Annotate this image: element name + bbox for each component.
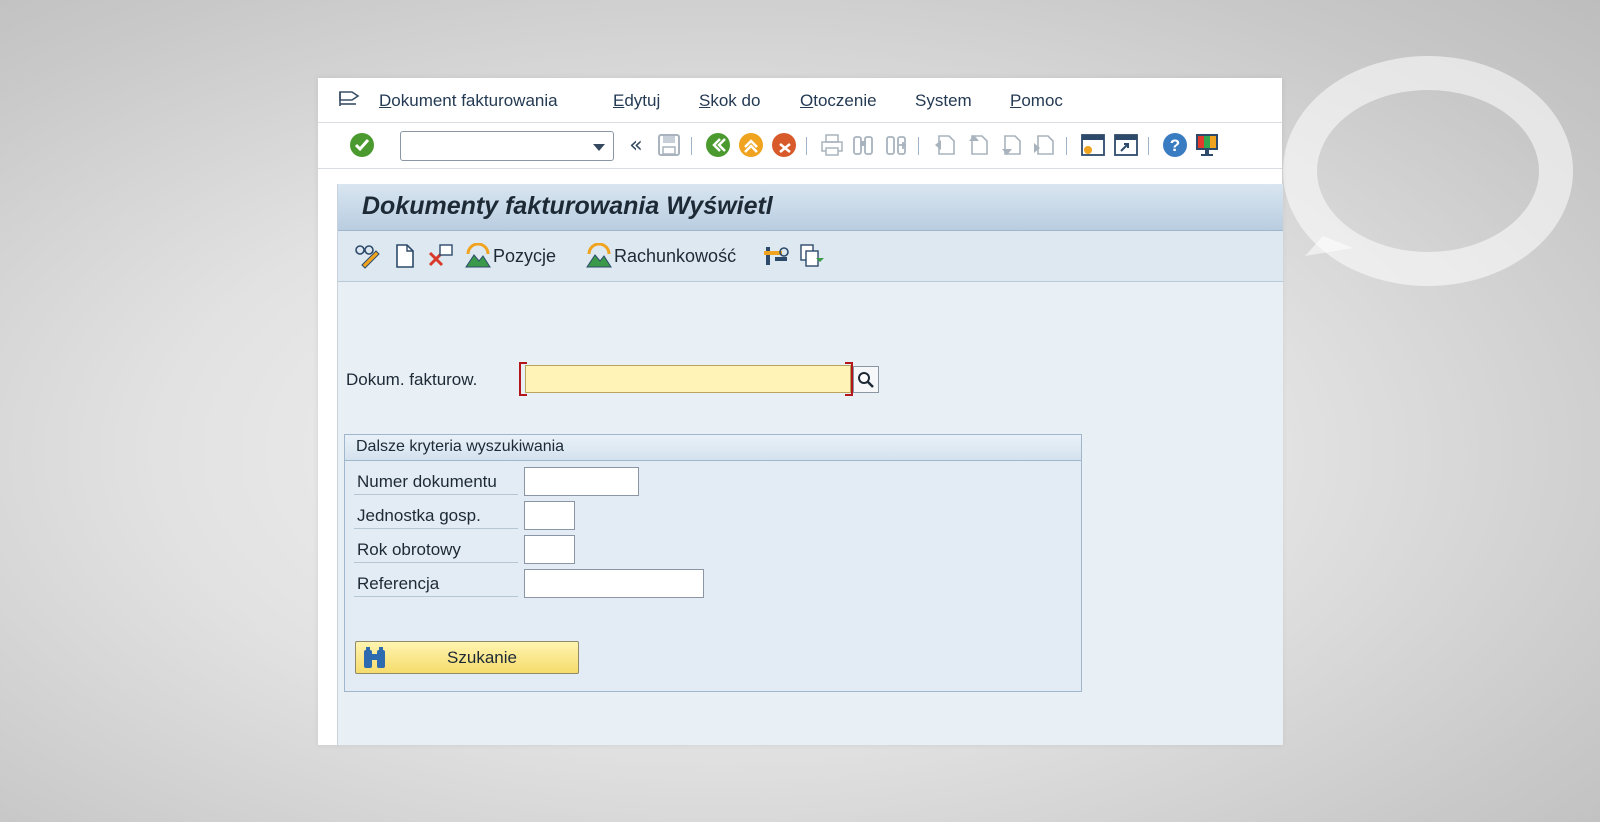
menu-pomoc[interactable]: Pomoc: [1010, 91, 1063, 111]
customize-layout-icon[interactable]: [1192, 130, 1222, 160]
menu-mnemonic: E: [613, 91, 625, 110]
create-document-icon[interactable]: [394, 242, 416, 270]
sap-window: Dokument fakturowania Edytuj Skok do Oto…: [318, 78, 1283, 745]
menu-label: dytuj: [624, 91, 661, 110]
menu-mnemonic: D: [379, 91, 392, 110]
shortcut-icon[interactable]: [1111, 130, 1141, 160]
previous-page-icon[interactable]: [963, 130, 993, 160]
items-button[interactable]: Pozycje: [465, 242, 556, 270]
menu-label: okument fakturowania: [391, 91, 558, 110]
toolbar-separator: [1066, 137, 1067, 155]
collapse-icon[interactable]: «: [621, 130, 651, 160]
menu-system[interactable]: System: [915, 91, 972, 111]
find-icon[interactable]: [848, 130, 878, 160]
command-field[interactable]: [400, 131, 614, 161]
speech-bubble-icon: [1283, 56, 1573, 286]
title-bar: Dokumenty fakturowania Wyświetl: [338, 184, 1283, 231]
group-header: Dalsze kryteria wyszukiwania: [345, 435, 1081, 461]
company-code-input[interactable]: [524, 501, 575, 530]
new-session-icon[interactable]: [1078, 130, 1108, 160]
menu-otoczenie[interactable]: Otoczenie: [800, 91, 877, 111]
fiscal-year-input[interactable]: [524, 535, 575, 564]
reference-label: Referencja: [354, 571, 518, 597]
menu-bar: Dokument fakturowania Edytuj Skok do Oto…: [318, 78, 1282, 123]
next-page-icon[interactable]: [996, 130, 1026, 160]
toolbar-separator: [1148, 137, 1149, 155]
search-button-label: Szukanie: [447, 648, 517, 667]
help-icon[interactable]: ?: [1160, 130, 1190, 160]
toolbar-separator: [691, 137, 692, 155]
chevron-down-icon[interactable]: [593, 144, 605, 151]
menu-mnemonic: P: [1010, 91, 1022, 110]
search-button[interactable]: Szukanie: [355, 641, 579, 674]
find-next-icon[interactable]: [881, 130, 911, 160]
accounting-label: Rachunkowość: [614, 245, 737, 266]
menu-label-start: Sy: [915, 91, 935, 110]
billing-document-input[interactable]: [525, 365, 851, 393]
print-icon[interactable]: [817, 130, 847, 160]
further-search-criteria-group: Dalsze kryteria wyszukiwania Numer dokum…: [344, 434, 1082, 692]
toolbar-separator: [918, 137, 919, 155]
items-label: Pozycje: [493, 245, 557, 266]
billing-document-label: Dokum. fakturow.: [346, 370, 478, 389]
reference-input[interactable]: [524, 569, 704, 598]
menu-label: toczenie: [813, 91, 877, 110]
settings-tool-icon[interactable]: [763, 242, 791, 270]
back-icon[interactable]: [703, 130, 733, 160]
accounting-button[interactable]: Rachunkowość: [586, 242, 736, 270]
document-number-input[interactable]: [524, 467, 639, 496]
menu-skok-do[interactable]: Skok do: [699, 91, 760, 111]
toolbar-separator: [806, 137, 807, 155]
search-icon: [858, 371, 874, 388]
menu-edytuj[interactable]: Edytuj: [613, 91, 660, 111]
menu-mnemonic: S: [699, 91, 711, 110]
group-title: Dalsze kryteria wyszukiwania: [356, 438, 565, 455]
mountain-icon: [586, 243, 612, 268]
menu-mnemonic: O: [800, 91, 814, 110]
document-number-label: Numer dokumentu: [354, 469, 518, 495]
enter-check-icon[interactable]: [347, 130, 377, 160]
document-flow-icon[interactable]: [798, 242, 826, 270]
svg-text:?: ?: [1170, 136, 1180, 155]
mountain-icon: [465, 243, 491, 268]
required-bracket-right: [845, 362, 853, 396]
exit-icon[interactable]: [736, 130, 766, 160]
menu-label: stem: [934, 91, 972, 110]
cancel-icon[interactable]: [769, 130, 799, 160]
display-change-icon[interactable]: [354, 242, 382, 270]
menu-label: kok do: [710, 91, 761, 110]
screen-content: Dokumenty fakturowania Wyświetl Pozycje …: [337, 184, 1283, 745]
company-code-label: Jednostka gosp.: [354, 503, 518, 529]
fiscal-year-label: Rok obrotowy: [354, 537, 518, 563]
menu-dokument-fakturowania[interactable]: Dokument fakturowania: [379, 91, 558, 111]
first-page-icon[interactable]: [930, 130, 960, 160]
page-title: Dokumenty fakturowania Wyświetl: [362, 192, 773, 220]
application-toolbar: Pozycje Rachunkowość: [338, 231, 1283, 282]
menu-toggle-icon[interactable]: [338, 90, 360, 108]
search-help-button[interactable]: [853, 366, 879, 393]
last-page-icon[interactable]: [1029, 130, 1059, 160]
cancel-document-icon[interactable]: [426, 242, 454, 270]
system-toolbar: « ?: [318, 123, 1282, 169]
menu-label: omoc: [1021, 91, 1063, 110]
save-icon[interactable]: [654, 130, 684, 160]
